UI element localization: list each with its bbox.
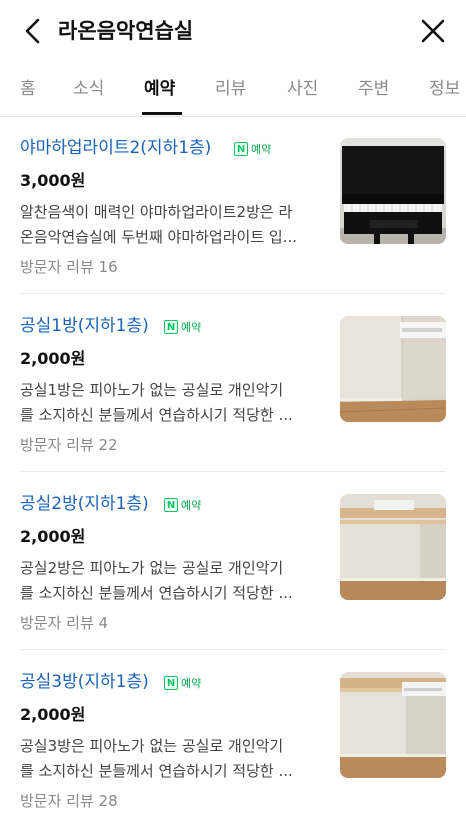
divider: [20, 293, 446, 294]
tab-nearby[interactable]: 주변: [358, 77, 389, 101]
booking-badge: N 예약: [234, 140, 271, 158]
item-description: 공실2방은 피아노가 없는 공실로 개인악기 를 소지하신 분들께서 연습하시기…: [20, 559, 293, 602]
naver-n-icon: N: [234, 142, 248, 156]
item-description: 알찬음색이 매력인 야마하업라이트2방은 라 온음악연습실에 두번째 야마하업라…: [20, 203, 298, 246]
room-photo-empty[interactable]: [340, 316, 446, 422]
tab-booking[interactable]: 예약: [144, 77, 175, 101]
naver-n-icon: N: [164, 320, 178, 334]
review-count: 방문자 리뷰 4: [20, 614, 109, 632]
chevron-left-icon: [25, 18, 40, 44]
list-item[interactable]: 공실2방(지하1층) N 예약 2,000원 공실2방은 피아노가 없는 공실로…: [0, 480, 466, 658]
review-count: 방문자 리뷰 22: [20, 436, 118, 454]
divider: [20, 471, 446, 472]
naver-n-icon: N: [164, 498, 178, 512]
item-title[interactable]: 공실1방(지하1층): [20, 314, 149, 338]
list-item[interactable]: 야마하업라이트2(지하1층) N 예약 3,000원 알찬음색이 매력인 야마하…: [0, 124, 466, 302]
room-photo-empty[interactable]: [340, 494, 446, 600]
booking-badge: N 예약: [164, 318, 201, 336]
active-tab-indicator: [142, 112, 182, 115]
review-count: 방문자 리뷰 16: [20, 258, 118, 276]
back-button[interactable]: [20, 17, 48, 45]
tab-bar: 홈 소식 예약 리뷰 사진 주변 정보: [0, 64, 466, 117]
tab-info[interactable]: 정보: [429, 77, 460, 101]
booking-badge: N 예약: [164, 674, 201, 692]
room-photo-piano[interactable]: [340, 138, 446, 244]
tab-news[interactable]: 소식: [73, 77, 104, 101]
close-button[interactable]: [418, 16, 448, 46]
list-item[interactable]: 공실1방(지하1층) N 예약 2,000원 공실1방은 피아노가 없는 공실로…: [0, 302, 466, 480]
naver-n-icon: N: [164, 676, 178, 690]
list-item[interactable]: 공실3방(지하1층) N 예약 2,000원 공실3방은 피아노가 없는 공실로…: [0, 658, 466, 836]
divider: [20, 649, 446, 650]
price: 2,000원: [20, 349, 86, 368]
item-title[interactable]: 공실2방(지하1층): [20, 492, 149, 516]
booking-badge: N 예약: [164, 496, 201, 514]
item-description: 공실1방은 피아노가 없는 공실로 개인악기 를 소지하신 분들께서 연습하시기…: [20, 381, 293, 424]
item-description: 공실3방은 피아노가 없는 공실로 개인악기 를 소지하신 분들께서 연습하시기…: [20, 737, 293, 780]
item-title[interactable]: 야마하업라이트2(지하1층): [20, 136, 211, 160]
review-count: 방문자 리뷰 28: [20, 792, 118, 810]
price: 2,000원: [20, 705, 86, 724]
room-photo-empty[interactable]: [340, 672, 446, 778]
top-bar: 라온음악연습실: [0, 0, 466, 62]
price: 3,000원: [20, 171, 86, 190]
tab-home[interactable]: 홈: [20, 77, 36, 101]
price: 2,000원: [20, 527, 86, 546]
tab-photos[interactable]: 사진: [287, 77, 318, 101]
page-title: 라온음악연습실: [58, 19, 194, 43]
item-title[interactable]: 공실3방(지하1층): [20, 670, 149, 694]
tab-reviews[interactable]: 리뷰: [215, 77, 246, 101]
close-icon: [421, 19, 445, 43]
